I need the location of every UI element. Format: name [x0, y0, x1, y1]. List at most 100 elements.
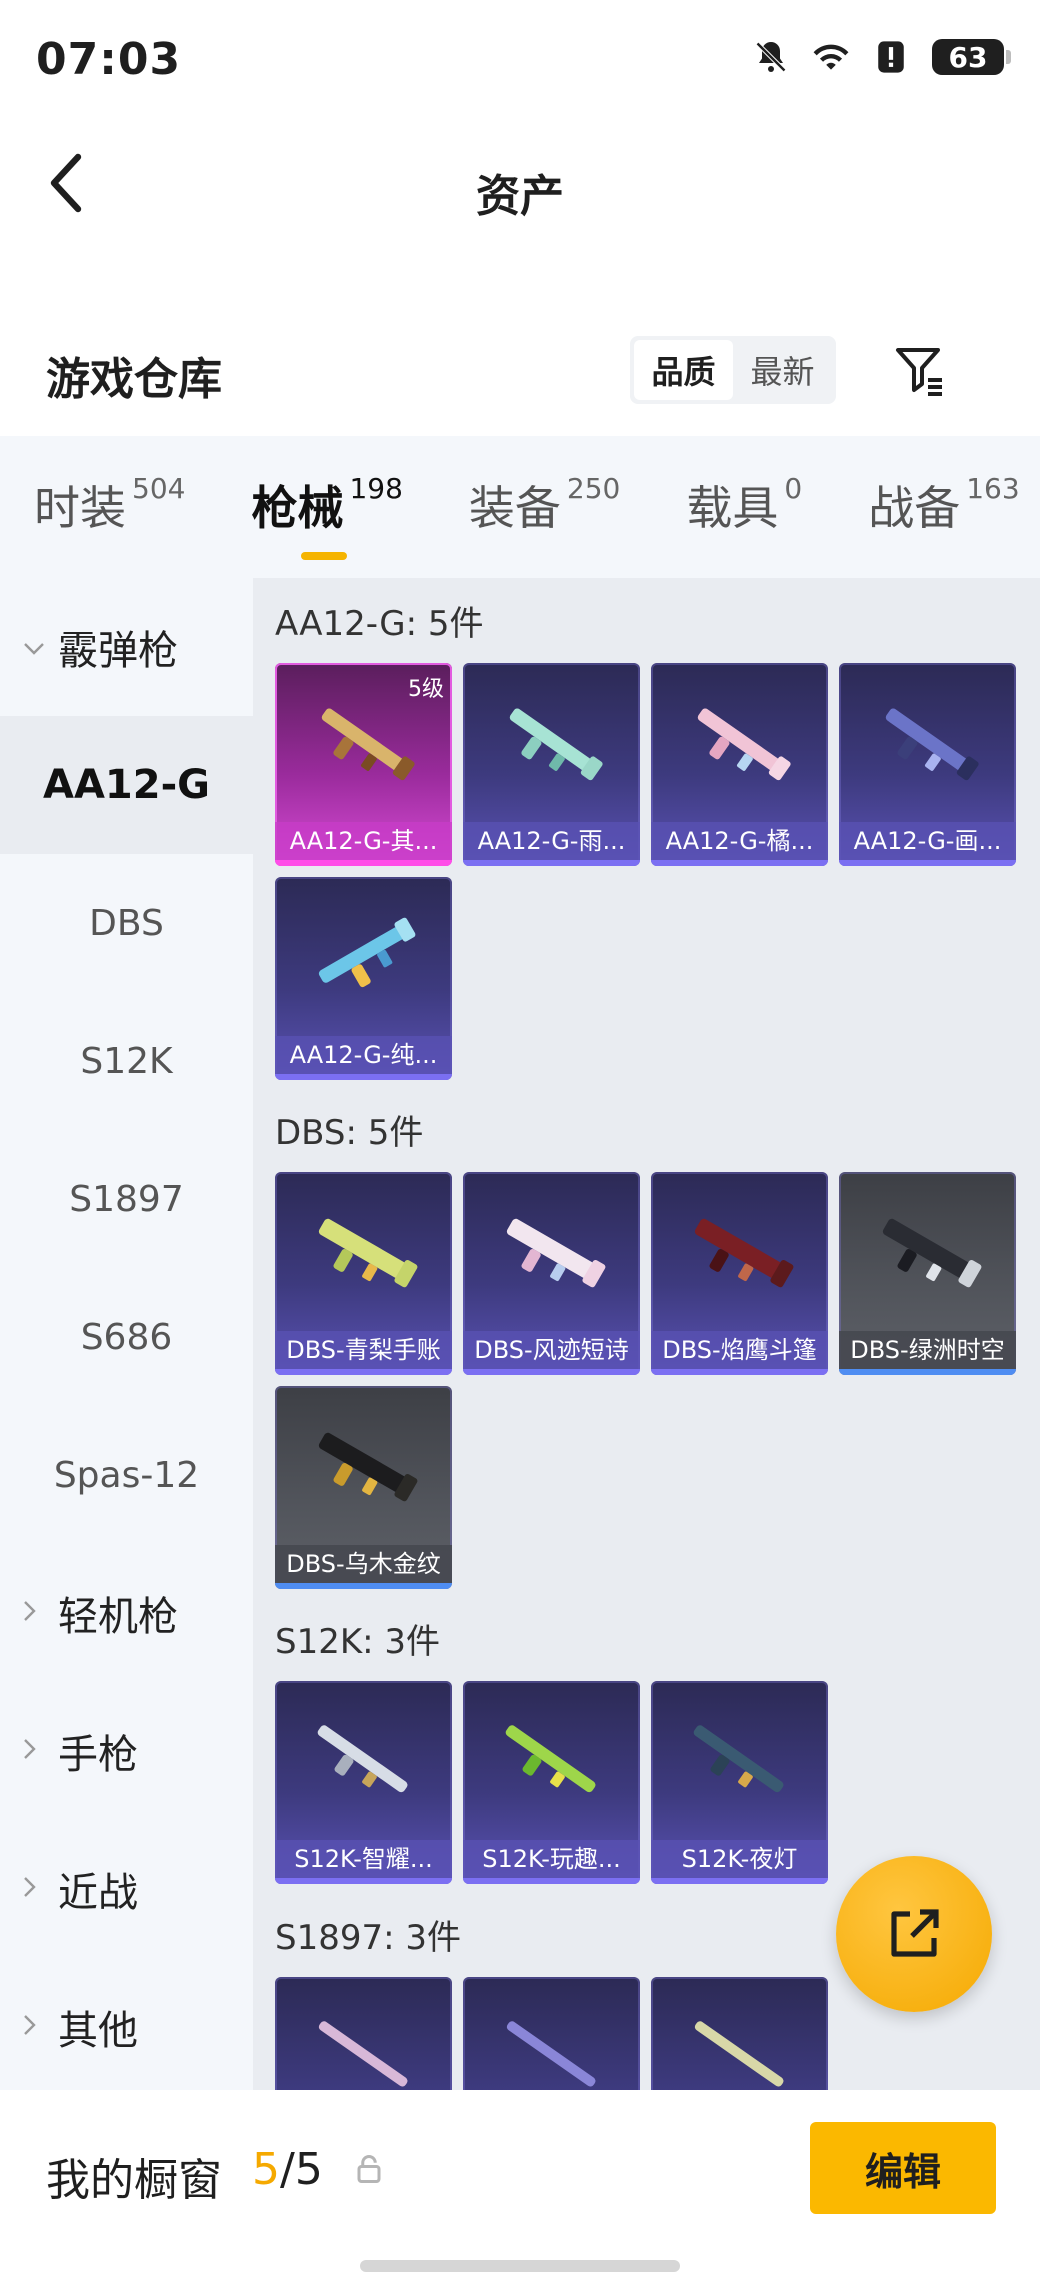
- sidebar-item-label: 近战: [58, 1870, 138, 1916]
- sort-toggle: 品质 最新: [630, 336, 836, 404]
- showcase-label: 我的橱窗: [46, 2155, 222, 2206]
- sidebar-item-spas12[interactable]: Spas-12: [0, 1406, 253, 1544]
- sort-quality-option[interactable]: 品质: [634, 340, 733, 400]
- sidebar-item-other[interactable]: 其他: [0, 1958, 253, 2096]
- weapon-card[interactable]: DBS-乌木金纹: [275, 1386, 452, 1589]
- tab-label: 装备: [468, 481, 561, 535]
- rarity-bar: [463, 860, 640, 866]
- sidebar-item-label: S1897: [69, 1178, 184, 1220]
- sidebar-item-label: S686: [80, 1316, 173, 1358]
- rarity-bar: [839, 860, 1016, 866]
- card-name: S12K-玩趣...: [463, 1840, 640, 1878]
- weapon-card[interactable]: AA12-G-橘...: [651, 663, 828, 866]
- sidebar-item-label: DBS: [89, 902, 164, 944]
- home-indicator[interactable]: [360, 2260, 680, 2272]
- tab-label: 枪械: [251, 481, 344, 535]
- group-title: DBS: 5件: [275, 1113, 424, 1153]
- tab-label: 时装: [34, 481, 126, 535]
- sidebar-item-label: S12K: [80, 1040, 173, 1082]
- weapon-card[interactable]: S12K-夜灯: [651, 1681, 828, 1884]
- rarity-bar: [275, 1878, 452, 1884]
- sidebar-item-shotgun[interactable]: 霰弹枪: [0, 578, 253, 716]
- sidebar-item-label: 其他: [58, 2008, 138, 2054]
- sidebar-item-label: Spas-12: [53, 1454, 200, 1496]
- category-tabs: 时装 504 枪械 198 装备 250 载具 0 战备 163: [0, 436, 1040, 578]
- shotgun-icon: [697, 708, 791, 781]
- weapon-card[interactable]: AA12-G-雨...: [463, 663, 640, 866]
- shotgun-icon: [318, 1218, 418, 1288]
- card-name: DBS-风迹短诗: [463, 1331, 640, 1369]
- share-fab[interactable]: [836, 1856, 992, 2012]
- tab-count: 163: [966, 472, 1020, 505]
- weapon-card[interactable]: S12K-玩趣...: [463, 1681, 640, 1884]
- lock-icon: [356, 2154, 382, 2188]
- showcase-total: 5: [294, 2144, 323, 2195]
- card-name: AA12-G-画...: [839, 822, 1016, 860]
- sidebar-item-s12k[interactable]: S12K: [0, 992, 253, 1130]
- showcase-count: 5/5: [252, 2144, 323, 2195]
- sidebar-item-pistol[interactable]: 手枪: [0, 1682, 253, 1820]
- sidebar-item-label: AA12-G: [42, 762, 210, 808]
- weapon-card[interactable]: DBS-焰鹰斗篷: [651, 1172, 828, 1375]
- sidebar-item-label: 霰弹枪: [58, 628, 178, 674]
- weapon-card[interactable]: 5级 AA12-G-其...: [275, 663, 452, 866]
- shotgun-icon: [693, 1725, 784, 1793]
- card-name: DBS-青梨手账: [275, 1331, 452, 1369]
- shotgun-icon: [506, 1218, 606, 1288]
- card-name: S12K-智耀...: [275, 1840, 452, 1878]
- sidebar-item-melee[interactable]: 近战: [0, 1820, 253, 1958]
- rarity-bar: [463, 1878, 640, 1884]
- card-name: DBS-乌木金纹: [275, 1545, 452, 1583]
- edit-button[interactable]: 编辑: [810, 2122, 996, 2214]
- sidebar-item-lmg[interactable]: 轻机枪: [0, 1544, 253, 1682]
- card-name: S12K-夜灯: [651, 1840, 828, 1878]
- tab-count: 504: [132, 472, 186, 505]
- showcase-bar: 我的橱窗 5/5 编辑: [0, 2090, 1040, 2295]
- weapon-card[interactable]: DBS-绿洲时空: [839, 1172, 1016, 1375]
- filter-icon: [896, 348, 942, 396]
- tab-vehicles[interactable]: 载具 0: [686, 472, 802, 542]
- card-name: DBS-绿洲时空: [839, 1331, 1016, 1369]
- rarity-bar: [275, 860, 452, 866]
- sidebar-item-aa12g[interactable]: AA12-G: [0, 716, 253, 854]
- weapon-card[interactable]: S12K-智耀...: [275, 1681, 452, 1884]
- shotgun-icon: [506, 2021, 596, 2087]
- page-header: 资产: [0, 110, 1040, 260]
- tab-firearms[interactable]: 枪械 198: [251, 472, 403, 560]
- rarity-bar: [839, 1369, 1016, 1375]
- sidebar-item-s686[interactable]: S686: [0, 1268, 253, 1406]
- weapon-card[interactable]: [275, 1977, 452, 2090]
- chevron-right-icon: [22, 1596, 58, 1631]
- tab-equipment[interactable]: 装备 250: [469, 472, 620, 542]
- weapon-card[interactable]: AA12-G-纯...: [275, 877, 452, 1080]
- card-name: AA12-G-其...: [275, 822, 452, 860]
- showcase-current: 5: [252, 2144, 280, 2195]
- group-title: S12K: 3件: [275, 1622, 441, 1662]
- filter-button[interactable]: [890, 340, 950, 400]
- tab-fashion[interactable]: 时装 504: [34, 472, 185, 542]
- rarity-bar: [275, 1074, 452, 1080]
- tab-supplies[interactable]: 战备 163: [868, 472, 1019, 542]
- rarity-bar: [651, 1878, 828, 1884]
- shotgun-icon: [318, 1432, 418, 1502]
- weapon-card[interactable]: DBS-青梨手账: [275, 1172, 452, 1375]
- weapon-card[interactable]: DBS-风迹短诗: [463, 1172, 640, 1375]
- weapon-card[interactable]: [651, 1977, 828, 2090]
- sidebar-item-label: 手枪: [58, 1732, 138, 1778]
- sidebar-item-s1897[interactable]: S1897: [0, 1130, 253, 1268]
- rarity-bar: [275, 1369, 452, 1375]
- shotgun-icon: [505, 1725, 596, 1793]
- rarity-bar: [463, 1369, 640, 1375]
- group-title: AA12-G: 5件: [275, 604, 484, 644]
- status-bar: 07:03 63: [0, 0, 1040, 110]
- sort-newest-option[interactable]: 最新: [733, 340, 832, 400]
- card-name: DBS-焰鹰斗篷: [651, 1331, 828, 1369]
- showcase-separator: /: [280, 2144, 295, 2195]
- sidebar-item-dbs[interactable]: DBS: [0, 854, 253, 992]
- shotgun-icon: [885, 708, 979, 781]
- weapon-card[interactable]: AA12-G-画...: [839, 663, 1016, 866]
- rarity-bar: [651, 860, 828, 866]
- weapon-card[interactable]: [463, 1977, 640, 2090]
- rarity-bar: [651, 1369, 828, 1375]
- warehouse-title: 游戏仓库: [46, 354, 222, 405]
